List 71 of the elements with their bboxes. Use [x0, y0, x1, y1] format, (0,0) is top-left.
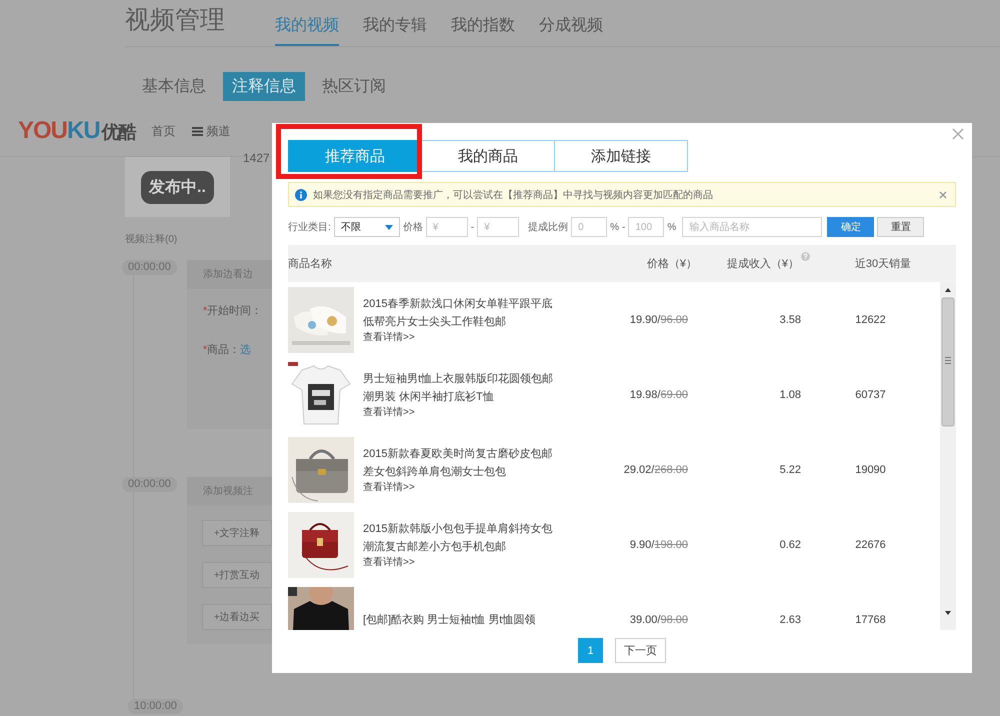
- reset-button[interactable]: 重置: [877, 217, 924, 237]
- nav-tab[interactable]: 分成视频: [539, 15, 603, 46]
- sub-tab[interactable]: 基本信息: [133, 72, 215, 101]
- page-button[interactable]: 1: [578, 638, 603, 663]
- product-name[interactable]: 男士短袖男t恤上衣服韩版印花圆领包邮潮男装 休闲半袖打底衫T恤: [363, 370, 555, 406]
- category-dropdown[interactable]: 不限: [334, 217, 400, 237]
- sales-cell-text: 19090: [854, 464, 887, 476]
- menu-icon: [192, 126, 203, 136]
- page-title: 视频管理: [125, 5, 225, 36]
- confirm-button[interactable]: 确定: [827, 217, 874, 237]
- site-logo[interactable]: YOUKU优酷: [18, 117, 136, 145]
- details-link[interactable]: 查看详情>>: [363, 331, 555, 344]
- nav-tab[interactable]: 我的指数: [451, 15, 515, 46]
- caret-icon: [384, 224, 393, 230]
- annotations-label: 视频注释(0): [125, 232, 178, 246]
- price-label: 价格: [402, 220, 423, 234]
- next-page-button[interactable]: 下一页: [615, 638, 666, 663]
- field-label: *开始时间：: [202, 304, 262, 318]
- site-nav-link[interactable]: 首页: [152, 122, 176, 140]
- publishing-badge: 发布中..: [141, 170, 214, 204]
- details-link[interactable]: 查看详情>>: [363, 556, 555, 569]
- info-icon: [295, 188, 307, 200]
- column-header: 近30天销量: [854, 258, 912, 270]
- dialog-tab[interactable]: 我的商品: [421, 140, 555, 172]
- commission-cell-text: 2.63: [778, 614, 801, 626]
- close-icon[interactable]: [939, 190, 947, 198]
- price-cell-text: 39.00/98.00: [628, 614, 688, 626]
- price-cell-text: 19.90/96.00: [628, 314, 688, 326]
- product-name[interactable]: 2015新款韩版小包包手提单肩斜挎女包潮流复古邮差小方包手机包邮: [363, 520, 555, 556]
- add-annotation-button[interactable]: +打赏互动: [202, 562, 272, 588]
- commission-cell-text: 5.22: [778, 464, 801, 476]
- percent-sign: %: [667, 222, 676, 232]
- column-header: 商品名称: [288, 258, 332, 270]
- price-cell-text: 9.90/198.00: [628, 538, 688, 550]
- field-label: *商品：选: [202, 342, 252, 357]
- close-icon[interactable]: [952, 128, 964, 140]
- product-name[interactable]: [包邮]酷衣购 男士短袖t恤 男t恤圆领: [363, 610, 555, 628]
- sales-cell-text: 60737: [854, 388, 887, 400]
- help-icon[interactable]: [801, 252, 810, 261]
- add-annotation-button[interactable]: +文字注释: [202, 520, 272, 546]
- site-nav-link[interactable]: 频道: [192, 122, 231, 140]
- nav-tab[interactable]: 我的专辑: [363, 15, 427, 46]
- price-cell-text: 29.02/268.00: [622, 464, 688, 476]
- sales-cell-text: 17768: [854, 614, 887, 626]
- commission-cell-text: 0.62: [778, 538, 801, 550]
- range-dash: -: [470, 222, 474, 232]
- price-cell-text: 19.98/69.00: [628, 388, 688, 400]
- max-price-field[interactable]: ¥: [477, 217, 520, 237]
- details-link[interactable]: 查看详情>>: [363, 406, 555, 419]
- range-dash: -: [622, 222, 626, 232]
- category-label: 行业类目:: [288, 220, 331, 234]
- sales-cell-text: 12622: [854, 314, 887, 326]
- min-price-field[interactable]: ¥: [426, 217, 468, 237]
- column-header: 提成收入（¥）: [726, 257, 799, 271]
- commission-ratio-label: 提成比例: [528, 220, 568, 234]
- add-annotation-button[interactable]: +边看边买: [202, 604, 272, 630]
- sub-tab[interactable]: 注释信息: [223, 72, 305, 101]
- max-ratio-field[interactable]: 100: [628, 217, 664, 237]
- percent-sign: %: [610, 222, 620, 232]
- notice-text: 如果您没有指定商品需要推广，可以尝试在【推荐商品】中寻找与视频内容更加匹配的商品: [313, 188, 714, 202]
- commission-cell-text: 1.08: [778, 388, 801, 400]
- nav-tab[interactable]: 我的视频: [275, 15, 339, 46]
- min-ratio-field[interactable]: 0: [571, 217, 608, 237]
- dialog-tab[interactable]: 添加链接: [554, 140, 688, 172]
- product-name[interactable]: 2015春季新款浅口休闲女单鞋平跟平底低帮亮片女士尖头工作鞋包邮: [363, 295, 555, 331]
- sub-tab[interactable]: 热区订阅: [313, 72, 395, 101]
- commission-cell-text: 3.58: [778, 314, 801, 326]
- sales-cell-text: 22676: [854, 538, 887, 550]
- column-header: 价格（¥）: [646, 257, 697, 271]
- video-id: 1427: [243, 151, 270, 167]
- product-search-field[interactable]: 输入商品名称: [682, 217, 822, 237]
